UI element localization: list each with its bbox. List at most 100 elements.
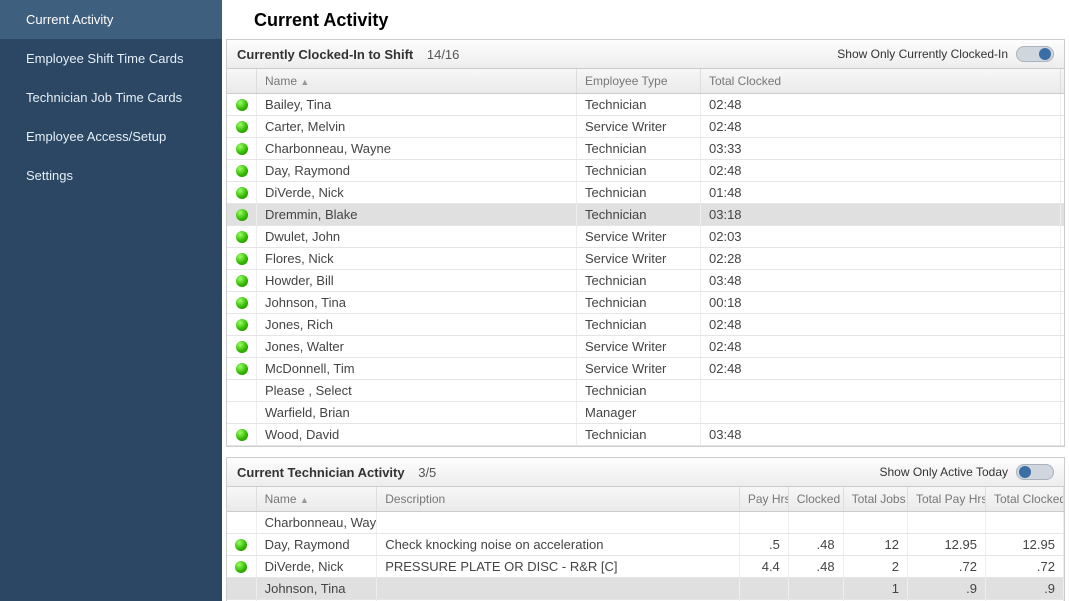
activity-toggle-label: Show Only Active Today [879, 465, 1008, 479]
shift-grid-body: Bailey, TinaTechnician02:48Carter, Melvi… [227, 94, 1064, 446]
sort-asc-icon: ▲ [300, 77, 309, 87]
table-row[interactable]: Johnson, Tina1.9.9 [227, 578, 1064, 600]
type-cell: Service Writer [577, 248, 701, 269]
table-row[interactable]: Jones, WalterService Writer02:48 [227, 336, 1064, 358]
sidebar-item[interactable]: Current Activity [0, 0, 222, 39]
table-row[interactable]: Johnson, TinaTechnician00:18 [227, 292, 1064, 314]
type-cell: Technician [577, 292, 701, 313]
type-cell: Service Writer [577, 336, 701, 357]
status-cell [227, 248, 257, 269]
table-row[interactable]: DiVerde, NickPRESSURE PLATE OR DISC - R&… [227, 556, 1064, 578]
name-cell: Day, Raymond [257, 160, 577, 181]
desc-cell: PRESSURE PLATE OR DISC - R&R [C] [377, 556, 740, 577]
name-cell: Johnson, Tina [257, 578, 378, 599]
pay-cell: .5 [740, 534, 789, 555]
status-cell [227, 358, 257, 379]
status-cell [227, 182, 257, 203]
table-row[interactable]: McDonnell, TimService Writer02:48 [227, 358, 1064, 380]
name-cell: Bailey, Tina [257, 94, 577, 115]
clocked-cell: 02:48 [701, 314, 1061, 335]
sidebar-item[interactable]: Technician Job Time Cards [0, 78, 222, 117]
act-col-clk[interactable]: Clocked [789, 487, 844, 511]
table-row[interactable]: Howder, BillTechnician03:48 [227, 270, 1064, 292]
act-col-pay[interactable]: Pay Hrs [740, 487, 789, 511]
type-cell: Manager [577, 402, 701, 423]
status-dot-icon [236, 121, 248, 133]
clocked-cell: 03:33 [701, 138, 1061, 159]
name-cell: Dwulet, John [257, 226, 577, 247]
content-scroll[interactable]: Currently Clocked-In to Shift 14/16 Show… [222, 39, 1069, 601]
tc-cell: 12.95 [986, 534, 1064, 555]
table-row[interactable]: Day, RaymondTechnician02:48 [227, 160, 1064, 182]
table-row[interactable]: DiVerde, NickTechnician01:48 [227, 182, 1064, 204]
table-row[interactable]: Flores, NickService Writer02:28 [227, 248, 1064, 270]
status-dot-icon [235, 539, 247, 551]
table-row[interactable]: Day, RaymondCheck knocking noise on acce… [227, 534, 1064, 556]
name-cell: Carter, Melvin [257, 116, 577, 137]
jobs-cell: 2 [844, 556, 908, 577]
table-row[interactable]: Jones, RichTechnician02:48 [227, 314, 1064, 336]
status-dot-icon [236, 99, 248, 111]
tph-cell: .72 [908, 556, 986, 577]
sidebar-item[interactable]: Settings [0, 156, 222, 195]
clocked-cell: 02:48 [701, 358, 1061, 379]
name-cell: Flores, Nick [257, 248, 577, 269]
sort-asc-icon: ▲ [300, 495, 309, 505]
table-row[interactable]: Wood, DavidTechnician03:48 [227, 424, 1064, 446]
table-row[interactable]: Charbonneau, WayneTechnician03:33 [227, 138, 1064, 160]
sidebar: Current ActivityEmployee Shift Time Card… [0, 0, 222, 601]
shift-panel-title: Currently Clocked-In to Shift [237, 47, 413, 62]
name-cell: Jones, Walter [257, 336, 577, 357]
table-row[interactable]: Please , SelectTechnician [227, 380, 1064, 402]
act-col-tph[interactable]: Total Pay Hrs [908, 487, 986, 511]
shift-col-clocked[interactable]: Total Clocked [701, 69, 1061, 93]
sidebar-item[interactable]: Employee Shift Time Cards [0, 39, 222, 78]
table-row[interactable]: Warfield, BrianManager [227, 402, 1064, 424]
status-cell [227, 94, 257, 115]
act-col-desc[interactable]: Description [377, 487, 740, 511]
tc-cell: .72 [986, 556, 1064, 577]
type-cell: Technician [577, 424, 701, 445]
clk-cell: .48 [789, 556, 844, 577]
type-cell: Service Writer [577, 116, 701, 137]
desc-cell [377, 578, 740, 599]
activity-grid-header: Name ▲ Description Pay Hrs Clocked Total… [227, 487, 1064, 512]
name-cell: Warfield, Brian [257, 402, 577, 423]
name-cell: Charbonneau, Wayne [257, 512, 378, 533]
status-dot-icon [236, 253, 248, 265]
activity-panel: Current Technician Activity 3/5 Show Onl… [226, 457, 1065, 601]
table-row[interactable]: Charbonneau, Wayne [227, 512, 1064, 534]
status-cell [227, 292, 257, 313]
status-cell [227, 380, 257, 401]
shift-toggle[interactable] [1016, 46, 1054, 62]
sidebar-item[interactable]: Employee Access/Setup [0, 117, 222, 156]
clk-cell: .48 [789, 534, 844, 555]
act-col-status[interactable] [227, 487, 257, 511]
act-col-name[interactable]: Name ▲ [257, 487, 378, 511]
type-cell: Technician [577, 138, 701, 159]
table-row[interactable]: Dremmin, BlakeTechnician03:18 [227, 204, 1064, 226]
tc-cell: .9 [986, 578, 1064, 599]
status-cell [227, 402, 257, 423]
shift-col-name[interactable]: Name ▲ [257, 69, 577, 93]
clocked-cell: 03:18 [701, 204, 1061, 225]
shift-toggle-label: Show Only Currently Clocked-In [837, 47, 1008, 61]
activity-toggle[interactable] [1016, 464, 1054, 480]
act-col-tc[interactable]: Total Clocked [986, 487, 1064, 511]
status-cell [227, 578, 257, 599]
shift-col-type[interactable]: Employee Type [577, 69, 701, 93]
table-row[interactable]: Bailey, TinaTechnician02:48 [227, 94, 1064, 116]
act-col-jobs[interactable]: Total Jobs [844, 487, 908, 511]
activity-panel-title: Current Technician Activity [237, 465, 405, 480]
desc-cell: Check knocking noise on acceleration [377, 534, 740, 555]
status-cell [227, 138, 257, 159]
name-cell: Jones, Rich [257, 314, 577, 335]
type-cell: Service Writer [577, 358, 701, 379]
table-row[interactable]: Carter, MelvinService Writer02:48 [227, 116, 1064, 138]
type-cell: Technician [577, 380, 701, 401]
status-cell [227, 204, 257, 225]
shift-col-status[interactable] [227, 69, 257, 93]
tph-cell [908, 512, 986, 533]
status-cell [227, 160, 257, 181]
table-row[interactable]: Dwulet, JohnService Writer02:03 [227, 226, 1064, 248]
